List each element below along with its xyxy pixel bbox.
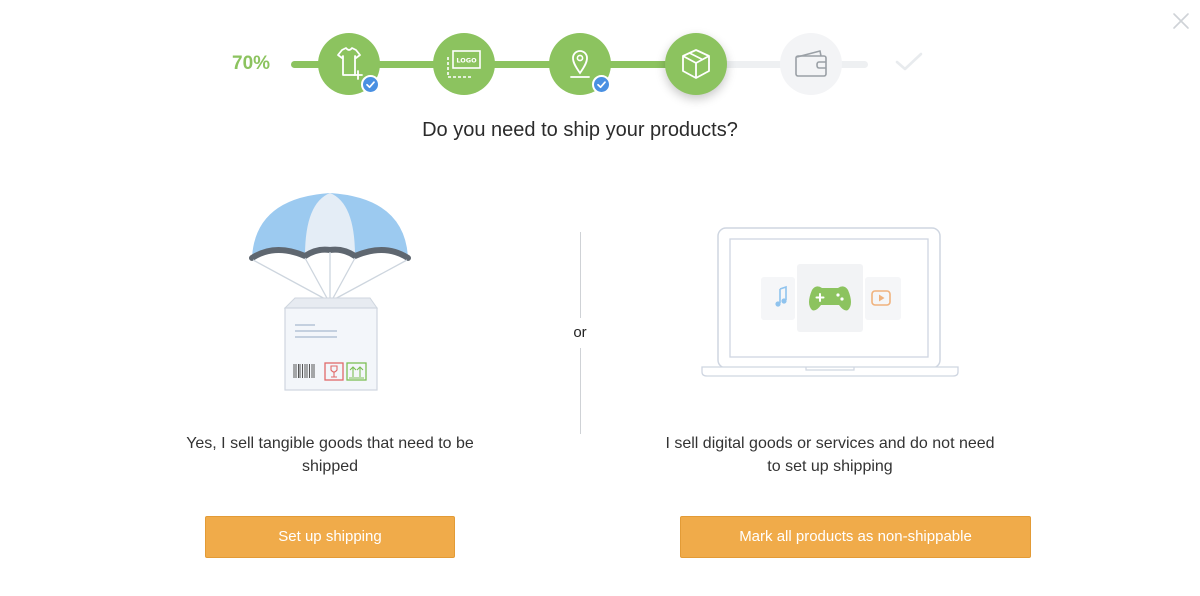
progress-percent: 70% xyxy=(232,53,271,74)
page-title: Do you need to ship your products? xyxy=(422,119,738,141)
progress-stepper: 70% LOGO xyxy=(0,0,1200,110)
check-icon xyxy=(366,81,375,89)
step-shipping[interactable] xyxy=(665,33,727,95)
box-icon xyxy=(682,49,710,79)
step-location[interactable] xyxy=(549,33,611,95)
wallet-icon xyxy=(795,50,827,77)
digital-goods-description: I sell digital goods or services and do … xyxy=(665,435,995,475)
logo-icon: LOGO xyxy=(447,50,481,78)
mark-non-shippable-button[interactable]: Mark all products as non-shippable xyxy=(680,516,1031,558)
or-separator: or xyxy=(573,324,587,341)
divider xyxy=(580,232,581,318)
step-logo[interactable]: LOGO xyxy=(433,33,495,95)
set-up-shipping-button[interactable]: Set up shipping xyxy=(205,516,455,558)
laptop-digital-goods-icon xyxy=(701,227,959,377)
parachute-package-icon xyxy=(249,193,411,391)
step-product[interactable] xyxy=(318,33,380,95)
step-complete-badge xyxy=(361,75,380,94)
svg-text:LOGO: LOGO xyxy=(456,57,477,65)
check-icon xyxy=(597,81,606,89)
step-complete-badge xyxy=(592,75,611,94)
divider xyxy=(580,348,581,434)
checkmark-icon xyxy=(895,52,923,71)
step-payment[interactable] xyxy=(780,33,842,95)
physical-goods-description: Yes, I sell tangible goods that need to … xyxy=(186,435,474,475)
